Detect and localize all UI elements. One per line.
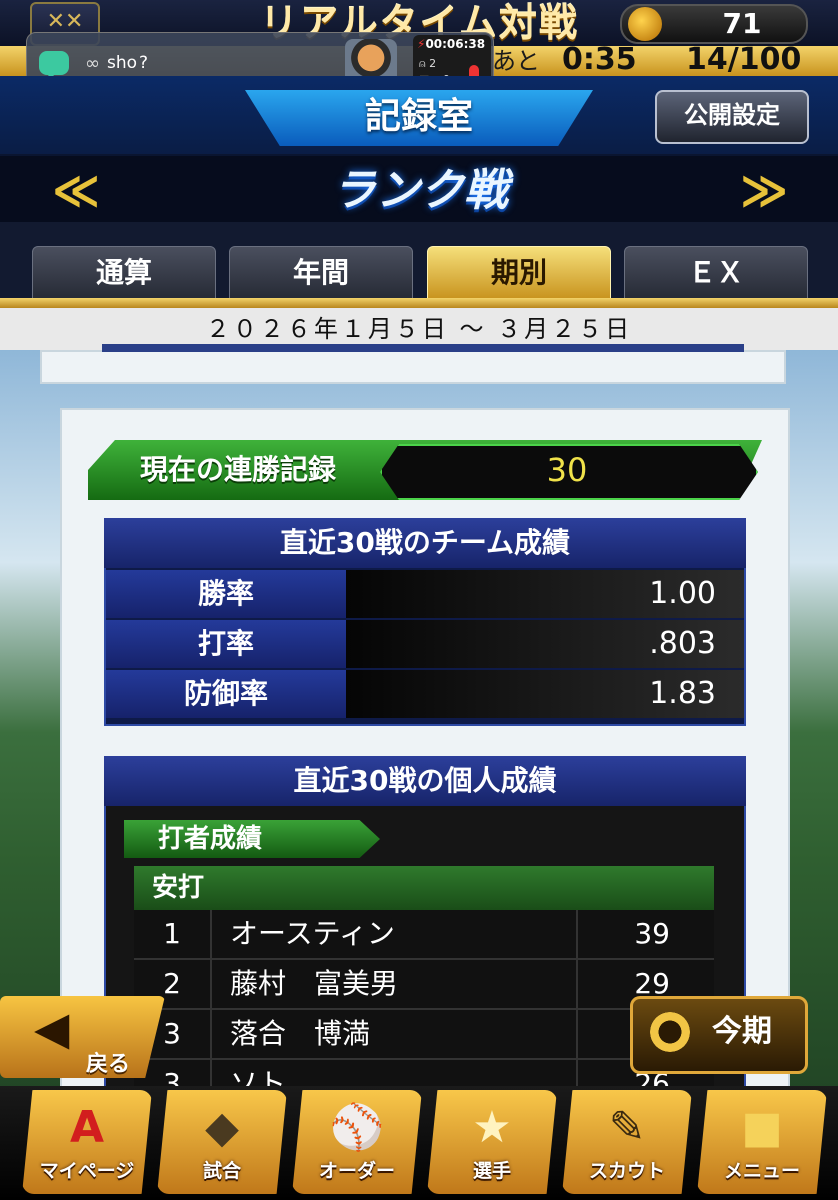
hits-label: 安打: [152, 873, 205, 903]
nav-order[interactable]: ⚾ オーダー: [292, 1090, 422, 1194]
nav-label: スカウト: [588, 1160, 665, 1182]
menu-icon: ■: [741, 1102, 783, 1153]
table-row[interactable]: 2 藤村 富美男 29: [134, 960, 714, 1010]
player-name: 落合 博満: [230, 1017, 371, 1050]
upper-card-border: [102, 344, 744, 352]
stat-value: 1.00: [649, 576, 716, 611]
user-extra: ?: [139, 53, 149, 73]
back-arrow-icon: ◀: [34, 1001, 70, 1055]
back-button[interactable]: [0, 996, 165, 1078]
tab-ex[interactable]: ＥＸ: [624, 246, 808, 300]
record-time-value: 00:06:38: [425, 37, 486, 51]
stat-value-era: 1.83: [346, 670, 744, 718]
page-title: 記録室: [364, 96, 473, 137]
tab-period[interactable]: 期別: [427, 246, 611, 300]
current-period-label: 今期: [712, 1014, 772, 1049]
hits-header: [134, 866, 714, 910]
table-row[interactable]: 1 オースティン 39: [134, 910, 714, 960]
nav-players[interactable]: ★ 選手: [427, 1090, 557, 1194]
nav-label: 選手: [472, 1160, 511, 1182]
nav-label: 試合: [202, 1160, 241, 1182]
order-icon: ⚾: [329, 1102, 385, 1153]
stat-value-batting-avg: .803: [346, 620, 744, 668]
player-icon: ★: [472, 1102, 512, 1153]
tab-yearly[interactable]: 年間: [229, 246, 413, 300]
upper-card: [40, 350, 786, 384]
stat-label-batting-avg: 打率: [106, 620, 346, 668]
next-arrow-icon[interactable]: ≫: [740, 160, 788, 220]
nav-match[interactable]: ◆ 試合: [157, 1090, 287, 1194]
nav-menu[interactable]: ■ メニュー: [697, 1090, 827, 1194]
player-name: オースティン: [230, 917, 395, 950]
hits-value: 39: [576, 910, 696, 958]
stat-value: 1.83: [649, 676, 716, 711]
streak-value: 30: [546, 451, 588, 489]
user-name: sho: [107, 53, 138, 73]
scout-icon: ✎: [608, 1102, 646, 1153]
back-label: 戻る: [86, 1052, 131, 1077]
record-time: ⚡00:06:38: [417, 37, 485, 51]
tab-underline: [0, 298, 838, 308]
stat-label-win-rate: 勝率: [106, 570, 346, 618]
rank-cell: 1: [134, 910, 212, 958]
player-name: 藤村 富美男: [230, 967, 399, 1000]
tab-label: 年間: [292, 256, 349, 289]
stat-value-win-rate: 1.00: [346, 570, 744, 618]
public-settings-label: 公開設定: [684, 101, 780, 129]
stat-value: .803: [649, 626, 716, 661]
stadium-icon: ◆: [205, 1102, 239, 1153]
coin-counter[interactable]: 71: [620, 4, 808, 44]
timer-label: あと: [492, 47, 540, 75]
coin-icon: [628, 7, 662, 41]
tab-label: 期別: [490, 256, 547, 289]
batter-section-label: 打者成績: [158, 824, 263, 854]
tab-label: 通算: [95, 256, 152, 289]
player-name: ソト: [230, 1067, 287, 1088]
nav-label: オーダー: [318, 1160, 395, 1182]
viewers-value: 2: [429, 57, 437, 70]
match-count: 14/100: [686, 42, 802, 77]
mypage-icon: A: [69, 1102, 105, 1153]
hits-number: 39: [634, 917, 670, 950]
public-settings-button[interactable]: 公開設定: [655, 90, 809, 144]
stat-label-era: 防御率: [106, 670, 346, 718]
tab-total[interactable]: 通算: [32, 246, 216, 300]
viewers-count: ⍝ 2: [419, 57, 436, 71]
individual-stats-title: 直近30戦の個人成績: [293, 764, 557, 797]
nav-label: メニュー: [723, 1160, 800, 1182]
nav-mypage[interactable]: A マイページ: [22, 1090, 152, 1194]
tab-label: ＥＸ: [687, 256, 744, 289]
chat-icon[interactable]: [39, 51, 69, 79]
person-icon: ⍝: [419, 57, 430, 70]
team-stats-title: 直近30戦のチーム成績: [279, 526, 571, 559]
nav-label: マイページ: [39, 1160, 135, 1182]
timer-value: 0:35: [562, 42, 637, 77]
nav-scout[interactable]: ✎ スカウト: [562, 1090, 692, 1194]
refresh-icon: [650, 1012, 690, 1052]
prev-arrow-icon[interactable]: ≪: [52, 160, 100, 220]
table-row[interactable]: 3 落合 博満: [134, 1010, 714, 1060]
rank-title: ランク戦: [332, 165, 508, 216]
streak-label: 現在の連勝記録: [140, 453, 337, 486]
link-icon: ∞: [85, 53, 100, 74]
coin-value: 71: [722, 7, 762, 40]
table-row[interactable]: 3 ソト 26: [134, 1060, 714, 1088]
